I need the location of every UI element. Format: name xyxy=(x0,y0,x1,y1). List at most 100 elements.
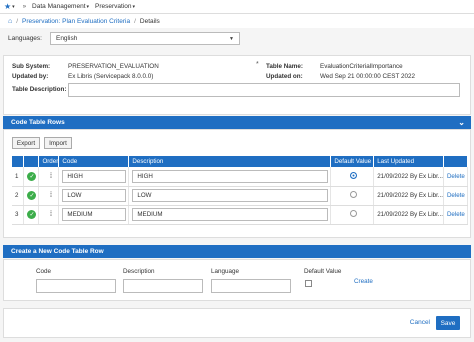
row-actions-cell: Delete xyxy=(443,205,469,225)
updated-on-label: Updated on: xyxy=(266,73,303,80)
collapse-chevron-icon[interactable]: ⌄ xyxy=(458,118,465,127)
table-name-value: EvaluationCriterialImportance xyxy=(320,63,403,70)
row-number: 2 xyxy=(12,186,25,206)
drag-handle-icon[interactable]: ⁞⁞ xyxy=(49,173,52,180)
create-row-panel: Code Description Language Default Value … xyxy=(3,259,471,301)
row-last-updated-cell: 21/09/2022 By Ex Libr... xyxy=(373,186,444,206)
language-select[interactable]: English ▼ xyxy=(49,32,240,45)
language-selected-value: English xyxy=(55,35,78,42)
row-default-cell xyxy=(330,205,375,225)
row-code-cell: LOW xyxy=(58,186,130,206)
create-code-input[interactable] xyxy=(36,279,116,293)
menu-preservation-label: Preservation xyxy=(95,3,132,10)
menu-preservation[interactable]: Preservation ▾ xyxy=(95,3,135,10)
last-updated-date: 21/09/2022 xyxy=(377,192,409,199)
language-row: Languages: English ▼ xyxy=(8,32,240,45)
description-input[interactable]: MEDIUM xyxy=(132,208,329,221)
save-button[interactable]: Save xyxy=(436,316,460,330)
active-check-icon: ✓ xyxy=(27,191,37,200)
row-order-cell: ⁞⁞ xyxy=(38,167,60,187)
import-button[interactable]: Import xyxy=(44,137,72,149)
menu-data-management[interactable]: Data Management ▾ xyxy=(32,3,89,10)
column-header-last-updated[interactable]: Last Updated xyxy=(373,156,444,167)
sub-system-label: Sub System: xyxy=(12,63,51,70)
last-updated-date: 21/09/2022 xyxy=(377,172,409,180)
last-updated-by: By Ex Libr... xyxy=(409,211,443,218)
create-language-input[interactable] xyxy=(211,279,291,293)
expand-arrows-icon[interactable]: » xyxy=(23,4,26,10)
table-info-panel: Sub System: PRESERVATION_EVALUATION Upda… xyxy=(3,55,471,115)
row-last-updated-cell: 21/09/2022 By Ex Libr... xyxy=(373,167,444,187)
create-default-checkbox[interactable] xyxy=(305,280,312,287)
active-check-icon: ✓ xyxy=(27,210,37,219)
code-table-rows-header[interactable]: Code Table Rows ⌄ xyxy=(3,116,471,129)
table-row: 2 ✓ ⁞⁞ LOW LOW 21/09/2022 By Ex Libr... … xyxy=(12,186,469,206)
row-number: 3 xyxy=(12,205,25,225)
drag-handle-icon[interactable]: ⁞⁞ xyxy=(49,192,52,199)
chevron-down-icon: ▾ xyxy=(132,3,136,10)
favorites-chevron-down-icon[interactable]: ▾ xyxy=(12,4,15,10)
row-description-cell: LOW xyxy=(128,186,332,206)
column-header-description[interactable]: Description xyxy=(128,156,332,167)
create-row-title: Create a New Code Table Row xyxy=(11,248,104,255)
code-input[interactable]: HIGH xyxy=(62,169,127,183)
active-check-icon: ✓ xyxy=(27,171,37,181)
row-description-cell: HIGH xyxy=(128,167,332,187)
table-description-label: Table Description: xyxy=(12,86,67,93)
row-code-cell: HIGH xyxy=(58,167,130,187)
chevron-down-icon: ▼ xyxy=(229,35,234,42)
home-icon[interactable]: ⌂ xyxy=(8,18,12,25)
table-row: 3 ✓ ⁞⁞ MEDIUM MEDIUM 21/09/2022 By Ex Li… xyxy=(12,205,469,225)
create-row-header: Create a New Code Table Row xyxy=(3,245,471,258)
row-description-cell: MEDIUM xyxy=(128,205,332,225)
table-description-input[interactable] xyxy=(68,83,460,97)
delete-link[interactable]: Delete xyxy=(447,173,465,180)
row-last-updated-cell: 21/09/2022 By Ex Libr... xyxy=(373,205,444,225)
updated-on-value: Wed Sep 21 00:00:00 CEST 2022 xyxy=(320,73,415,80)
description-input[interactable]: HIGH xyxy=(132,169,329,183)
create-description-label: Description xyxy=(123,268,155,275)
breadcrumb-link-plan-evaluation-criteria[interactable]: Preservation: Plan Evaluation Criteria xyxy=(22,18,130,25)
cancel-button[interactable]: Cancel xyxy=(410,319,430,326)
create-description-input[interactable] xyxy=(123,279,203,293)
export-button[interactable]: Export xyxy=(12,137,40,149)
required-asterisk: * xyxy=(256,61,259,68)
row-code-cell: MEDIUM xyxy=(58,205,130,225)
table-row: 1 ✓ ⁞⁞ HIGH HIGH 21/09/2022 By Ex Libr..… xyxy=(12,167,469,187)
create-default-label: Default Value xyxy=(304,268,342,275)
footer-actions: Cancel Save xyxy=(3,308,471,338)
column-header-code[interactable]: Code xyxy=(58,156,130,167)
delete-link[interactable]: Delete xyxy=(447,192,465,199)
column-header-default-value[interactable]: Default Value xyxy=(330,156,375,167)
default-value-radio[interactable] xyxy=(350,191,358,198)
delete-link[interactable]: Delete xyxy=(447,211,465,218)
grid-header-row: Order Code Description Default Value Las… xyxy=(12,156,469,167)
code-input[interactable]: LOW xyxy=(62,189,127,202)
row-order-cell: ⁞⁞ xyxy=(38,186,60,206)
row-default-cell xyxy=(330,167,375,187)
description-input[interactable]: LOW xyxy=(132,189,329,202)
column-header-order[interactable]: Order xyxy=(38,156,60,167)
breadcrumb-separator: / xyxy=(134,17,136,25)
row-default-cell xyxy=(330,186,375,206)
chevron-down-icon: ▾ xyxy=(86,3,90,10)
row-actions-cell: Delete xyxy=(443,186,469,206)
create-code-label: Code xyxy=(36,268,52,275)
row-status-cell: ✓ xyxy=(23,205,40,225)
default-value-radio[interactable] xyxy=(350,210,358,217)
drag-handle-icon[interactable]: ⁞⁞ xyxy=(49,211,52,218)
menu-data-management-label: Data Management xyxy=(32,3,86,10)
table-name-label: Table Name: xyxy=(266,63,303,70)
breadcrumb-current: Details xyxy=(139,17,160,25)
code-table-rows-title: Code Table Rows xyxy=(11,119,65,126)
create-link[interactable]: Create xyxy=(354,278,373,285)
default-value-radio[interactable] xyxy=(350,171,358,179)
code-table-rows-panel: Export Import Order Code Description Def… xyxy=(3,129,471,238)
code-input[interactable]: MEDIUM xyxy=(62,208,127,221)
favorites-star-icon[interactable]: ★ xyxy=(4,2,11,11)
row-number: 1 xyxy=(12,167,25,187)
create-language-label: Language xyxy=(211,268,240,275)
row-order-cell: ⁞⁞ xyxy=(38,205,60,225)
breadcrumb-separator: / xyxy=(16,17,19,25)
column-header-status xyxy=(23,156,40,167)
